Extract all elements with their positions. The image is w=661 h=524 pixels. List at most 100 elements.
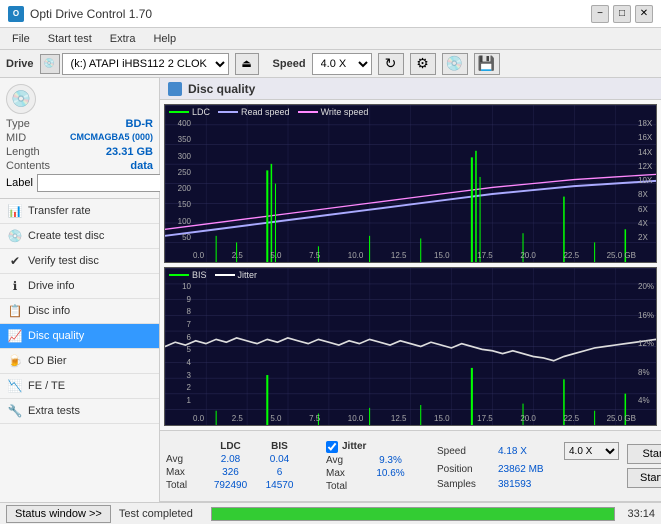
label-row: Label 🔍	[6, 174, 153, 192]
sidebar-label-disc-info: Disc info	[28, 305, 70, 317]
titlebar-left: O Opti Drive Control 1.70	[8, 6, 152, 22]
maximize-button[interactable]: □	[613, 5, 631, 23]
disc-quality-header: Disc quality	[160, 78, 661, 100]
disc-contents-value: data	[130, 160, 153, 172]
legend-read-speed: Read speed	[218, 107, 290, 117]
speed-label-stat: Speed	[437, 446, 492, 457]
top-chart-legend: LDC Read speed Write speed	[169, 107, 368, 117]
write-speed-legend-dot	[298, 111, 318, 113]
disc-contents-field: Contents data	[6, 160, 153, 172]
disc-mid-value: CMCMAGBA5 (000)	[70, 132, 153, 144]
disc-type-value: BD-R	[126, 118, 154, 130]
minimize-button[interactable]: −	[591, 5, 609, 23]
drivebar: Drive 💿 (k:) ATAPI iHBS112 2 CLOK ⏏ Spee…	[0, 50, 661, 78]
speed-label: Speed	[273, 58, 306, 70]
drive-eject-button[interactable]: ⏏	[235, 53, 259, 75]
stats-max-row: Max 326 6	[166, 467, 302, 478]
sidebar-item-disc-info[interactable]: 📋 Disc info	[0, 299, 159, 324]
sidebar-item-extra-tests[interactable]: 🔧 Extra tests	[0, 399, 159, 424]
legend-ldc: LDC	[169, 107, 210, 117]
create-test-disc-icon: 💿	[8, 229, 22, 243]
sidebar-label-extra-tests: Extra tests	[28, 405, 80, 417]
sidebar-label-transfer-rate: Transfer rate	[28, 205, 91, 217]
jitter-col-label: Jitter	[342, 441, 366, 452]
legend-bis: BIS	[169, 270, 207, 280]
write-speed-legend-label: Write speed	[321, 107, 369, 117]
jitter-checkbox[interactable]	[326, 441, 338, 453]
sidebar-item-transfer-rate[interactable]: 📊 Transfer rate	[0, 199, 159, 224]
sidebar-item-create-test-disc[interactable]: 💿 Create test disc	[0, 224, 159, 249]
menu-file[interactable]: File	[4, 31, 38, 47]
extra-tests-icon: 🔧	[8, 404, 22, 418]
sidebar-item-drive-info[interactable]: ℹ Drive info	[0, 274, 159, 299]
sidebar-item-fe-te[interactable]: 📉 FE / TE	[0, 374, 159, 399]
save-button[interactable]: 💾	[474, 53, 500, 75]
titlebar-controls: − □ ✕	[591, 5, 653, 23]
jitter-max-row: Max 10.6%	[326, 468, 413, 479]
top-chart-x-labels: 0.0 2.5 5.0 7.5 10.0 12.5 15.0 17.5 20.0…	[193, 251, 636, 260]
bottom-chart-legend: BIS Jitter	[169, 270, 257, 280]
samples-label: Samples	[437, 479, 492, 490]
disc-icon: 💿	[6, 84, 36, 114]
menu-extra[interactable]: Extra	[102, 31, 144, 47]
disc-info-icon: 📋	[8, 304, 22, 318]
disc-label-label: Label	[6, 177, 33, 189]
jitter-total-row: Total	[326, 481, 413, 492]
status-window-button[interactable]: Status window >>	[6, 505, 111, 523]
bis-avg: 0.04	[257, 454, 302, 465]
speed-value-stat: 4.18 X	[498, 446, 558, 457]
sidebar-label-create-test-disc: Create test disc	[28, 230, 104, 242]
jitter-avg-val: 9.3%	[368, 455, 413, 466]
bottom-chart-y-labels-left: 10 9 8 7 6 5 4 3 2 1	[165, 268, 193, 407]
sidebar-item-cd-bier[interactable]: 🍺 CD Bier	[0, 349, 159, 374]
position-row: Position 23862 MB	[437, 464, 619, 475]
sidebar-label-cd-bier: CD Bier	[28, 355, 67, 367]
start-part-button[interactable]: Start part	[627, 468, 661, 488]
refresh-button[interactable]: ↻	[378, 53, 404, 75]
jitter-section: Jitter Avg 9.3% Max 10.6% Total	[326, 441, 413, 492]
disc-type-label: Type	[6, 118, 30, 130]
menu-help[interactable]: Help	[145, 31, 184, 47]
fe-te-icon: 📉	[8, 379, 22, 393]
jitter-max-val: 10.6%	[368, 468, 413, 479]
drive-select[interactable]: (k:) ATAPI iHBS112 2 CLOK	[62, 53, 229, 75]
bis-max: 6	[257, 467, 302, 478]
col-ldc: LDC	[208, 441, 253, 452]
speed-select[interactable]: 4.0 X	[312, 53, 372, 75]
avg-label: Avg	[166, 454, 204, 465]
app-title: Opti Drive Control 1.70	[30, 7, 152, 21]
top-chart-y-labels-right: 18X 16X 14X 12X 10X 8X 6X 4X 2X	[636, 105, 656, 244]
settings-button[interactable]: ⚙	[410, 53, 436, 75]
drive-icon: 💿	[40, 54, 60, 74]
disc-length-field: Length 23.31 GB	[6, 146, 153, 158]
disc-length-label: Length	[6, 146, 40, 158]
jitter-legend-dot	[215, 274, 235, 276]
bottom-chart-svg	[165, 268, 656, 425]
bis-total: 14570	[257, 480, 302, 491]
stats-total-row: Total 792490 14570	[166, 480, 302, 491]
ldc-total: 792490	[208, 480, 253, 491]
sidebar-item-disc-quality[interactable]: 📈 Disc quality	[0, 324, 159, 349]
read-speed-legend-dot	[218, 111, 238, 113]
verify-test-disc-icon: ✔	[8, 254, 22, 268]
menu-start-test[interactable]: Start test	[40, 31, 100, 47]
speed-select-stat[interactable]: 4.0 X	[564, 442, 619, 460]
disc-length-value: 23.31 GB	[106, 146, 153, 158]
bottom-chart-y-labels-right: 20% 16% 12% 8% 4%	[636, 268, 656, 407]
sidebar-label-fe-te: FE / TE	[28, 380, 65, 392]
close-button[interactable]: ✕	[635, 5, 653, 23]
progress-bar-container	[211, 507, 616, 521]
read-speed-legend-label: Read speed	[241, 107, 290, 117]
jitter-avg-row: Avg 9.3%	[326, 455, 413, 466]
disc-mid-label: MID	[6, 132, 26, 144]
disc-quality-title: Disc quality	[188, 82, 255, 96]
disc-button[interactable]: 💿	[442, 53, 468, 75]
sidebar-item-verify-test-disc[interactable]: ✔ Verify test disc	[0, 249, 159, 274]
bis-legend-label: BIS	[192, 270, 207, 280]
max-label: Max	[166, 467, 204, 478]
transfer-rate-icon: 📊	[8, 204, 22, 218]
jitter-avg-label: Avg	[326, 455, 364, 466]
status-text: Test completed	[119, 508, 199, 520]
statusbar: Status window >> Test completed 33:14	[0, 502, 661, 524]
start-full-button[interactable]: Start full	[627, 444, 661, 464]
